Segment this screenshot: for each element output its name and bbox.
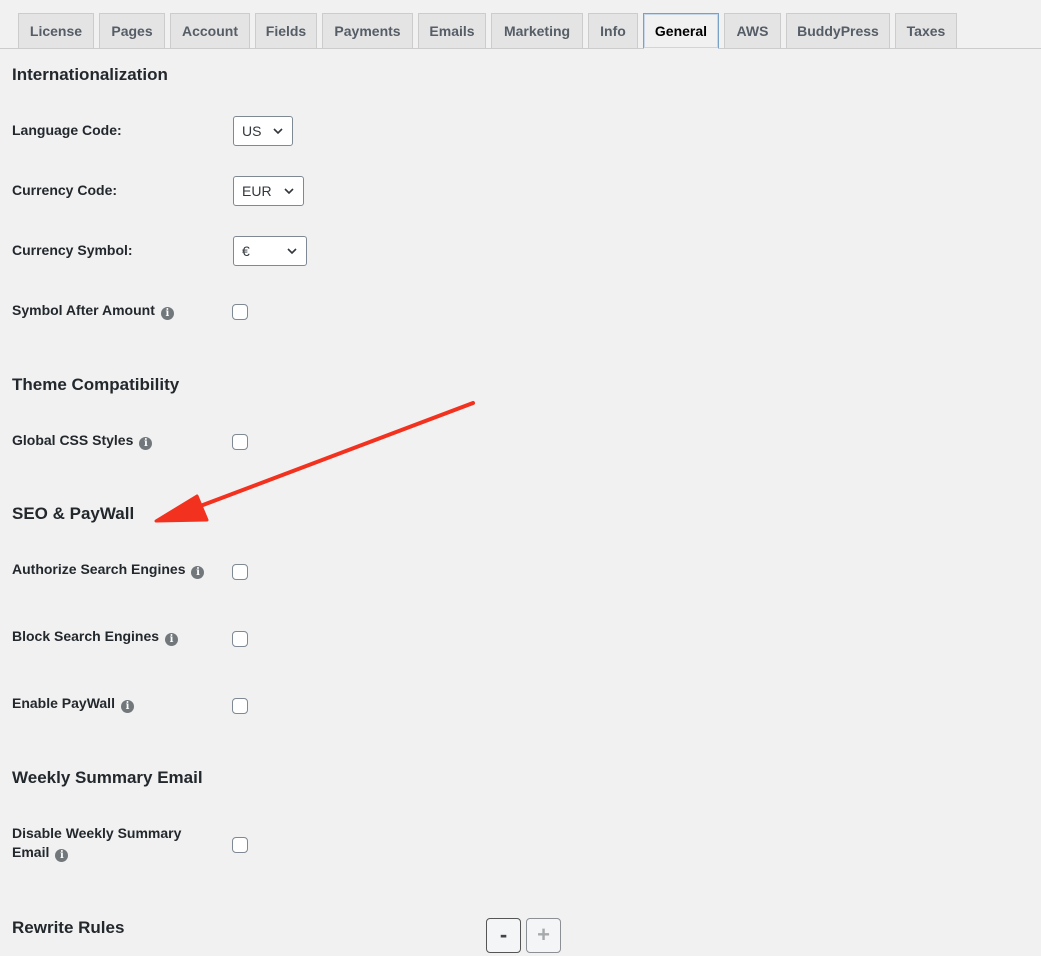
authorize-search-label: Authorize Search Engines i	[12, 560, 205, 579]
global-css-label: Global CSS Styles i	[12, 431, 153, 450]
tab-license[interactable]: License	[18, 13, 94, 48]
symbol-after-amount-checkbox[interactable]	[232, 304, 248, 320]
currency-symbol-value: €	[242, 243, 250, 259]
tab-marketing[interactable]: Marketing	[491, 13, 583, 48]
annotation-arrow-icon	[154, 401, 475, 523]
currency-code-value: EUR	[242, 183, 272, 199]
tab-fields[interactable]: Fields	[255, 13, 317, 48]
global-css-text: Global CSS Styles	[12, 432, 134, 448]
language-code-value: US	[242, 123, 262, 139]
chevron-down-icon	[284, 188, 294, 195]
symbol-after-amount-label: Symbol After Amount i	[12, 301, 174, 320]
currency-code-select[interactable]: EUR	[233, 176, 304, 206]
info-icon[interactable]: i	[191, 566, 205, 579]
block-search-text: Block Search Engines	[12, 628, 160, 644]
authorize-search-text: Authorize Search Engines	[12, 561, 186, 577]
symbol-after-amount-text: Symbol After Amount	[12, 302, 155, 318]
currency-code-label: Currency Code:	[12, 182, 118, 198]
enable-paywall-text: Enable PayWall	[12, 695, 115, 711]
tab-aws[interactable]: AWS	[724, 13, 781, 48]
tab-payments[interactable]: Payments	[322, 13, 413, 48]
section-title-theme-compatibility: Theme Compatibility	[12, 375, 180, 394]
tab-pages[interactable]: Pages	[99, 13, 165, 48]
add-rule-button[interactable]: +	[526, 918, 561, 953]
tab-taxes[interactable]: Taxes	[895, 13, 957, 48]
tab-buddypress[interactable]: BuddyPress	[786, 13, 890, 48]
tab-general[interactable]: General	[643, 13, 719, 49]
language-code-select[interactable]: US	[233, 116, 293, 146]
info-icon[interactable]: i	[160, 307, 174, 320]
block-search-label: Block Search Engines i	[12, 627, 179, 646]
remove-rule-button[interactable]: -	[486, 918, 521, 953]
authorize-search-checkbox[interactable]	[232, 564, 248, 580]
tab-emails[interactable]: Emails	[418, 13, 486, 48]
global-css-checkbox[interactable]	[232, 434, 248, 450]
currency-symbol-label: Currency Symbol:	[12, 242, 133, 258]
disable-weekly-line2-row: Email i	[12, 843, 181, 862]
currency-symbol-select[interactable]: €	[233, 236, 307, 266]
section-title-internationalization: Internationalization	[12, 65, 168, 84]
disable-weekly-checkbox[interactable]	[232, 837, 248, 853]
disable-weekly-line1: Disable Weekly Summary	[12, 825, 182, 841]
chevron-down-icon	[273, 128, 283, 135]
tab-info[interactable]: Info	[588, 13, 638, 48]
disable-weekly-line2: Email	[12, 844, 50, 860]
settings-tab-bar: License Pages Account Fields Payments Em…	[0, 0, 1041, 49]
block-search-checkbox[interactable]	[232, 631, 248, 647]
section-title-weekly-summary: Weekly Summary Email	[12, 768, 203, 787]
section-title-seo-paywall: SEO & PayWall	[12, 504, 135, 523]
enable-paywall-checkbox[interactable]	[232, 698, 248, 714]
chevron-down-icon	[287, 248, 297, 255]
disable-weekly-label: Disable Weekly Summary Email i	[12, 824, 181, 862]
tab-account[interactable]: Account	[170, 13, 250, 48]
language-code-label: Language Code:	[12, 122, 122, 138]
info-icon[interactable]: i	[139, 437, 153, 450]
info-icon[interactable]: i	[120, 700, 134, 713]
enable-paywall-label: Enable PayWall i	[12, 694, 134, 713]
info-icon[interactable]: i	[55, 849, 69, 862]
section-title-rewrite-rules: Rewrite Rules	[12, 918, 125, 937]
info-icon[interactable]: i	[165, 633, 179, 646]
